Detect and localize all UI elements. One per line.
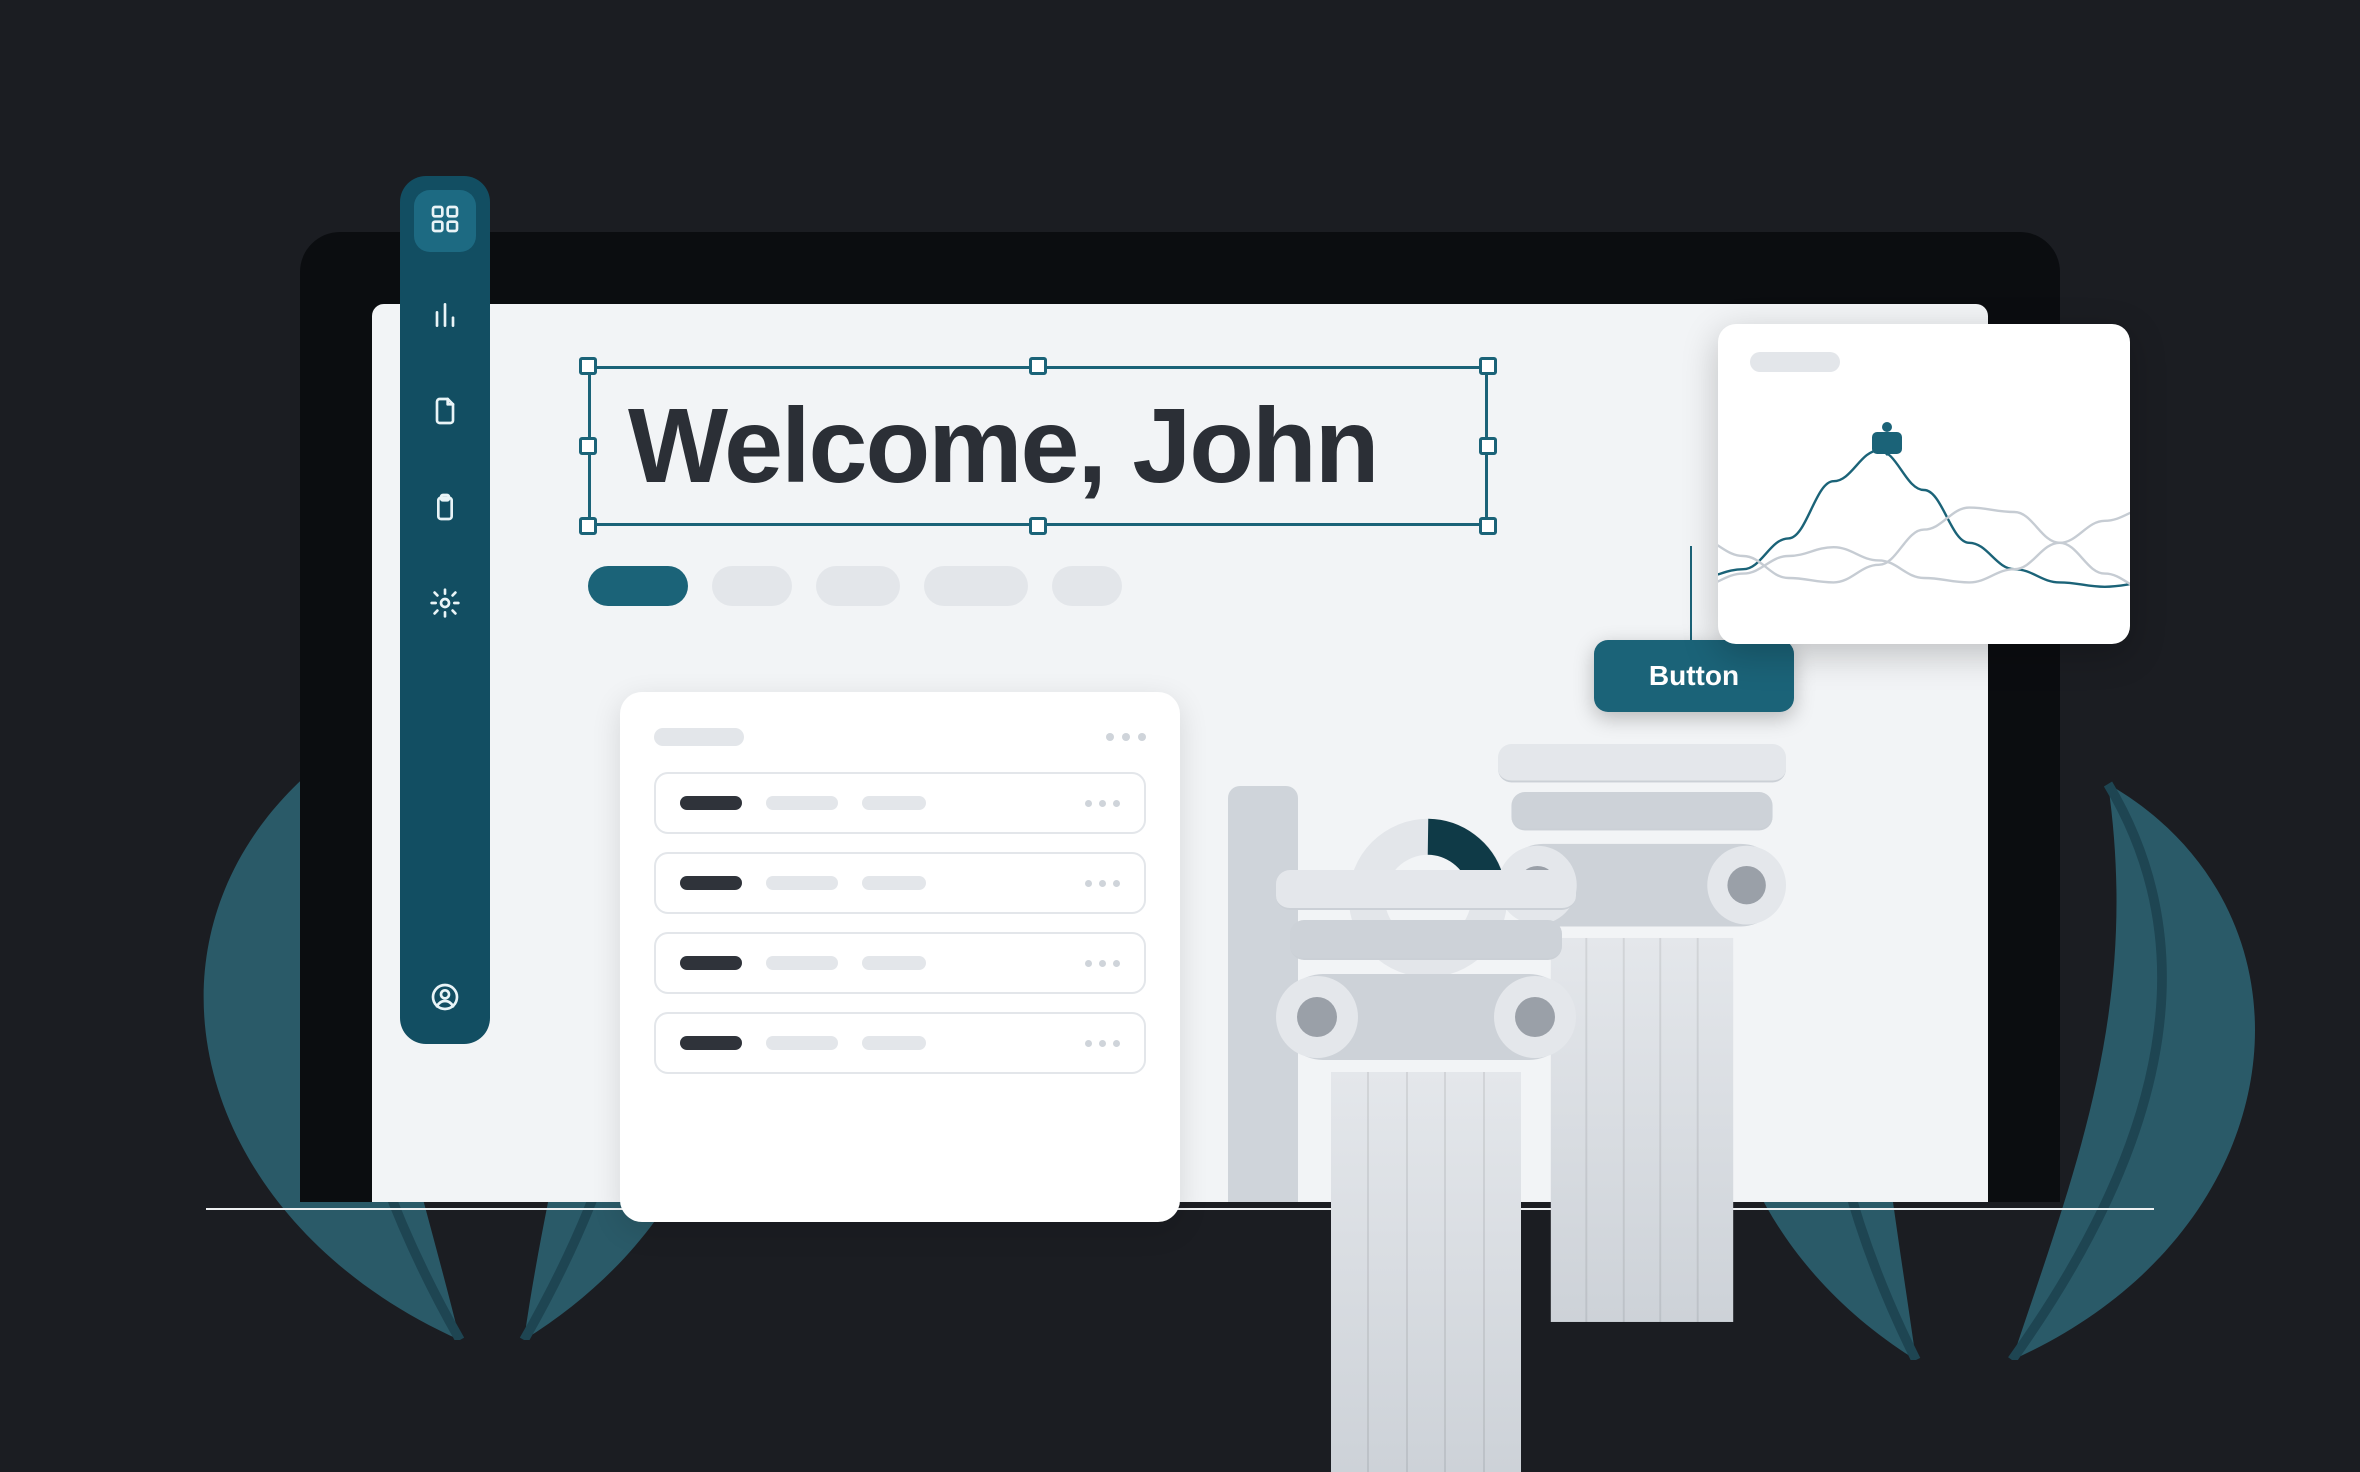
cta-connector-line <box>1690 546 1692 640</box>
row-more-button[interactable] <box>1085 1040 1120 1047</box>
list-more-button[interactable] <box>1106 733 1146 741</box>
tab-bar <box>588 566 1122 606</box>
resize-handle-sw[interactable] <box>579 517 597 535</box>
sidebar <box>400 176 490 1044</box>
resize-handle-nw[interactable] <box>579 357 597 375</box>
cell-placeholder <box>766 1036 838 1050</box>
line-chart <box>1718 424 2130 644</box>
cell-placeholder <box>680 796 742 810</box>
list-title-placeholder <box>654 728 744 746</box>
row-more-button[interactable] <box>1085 880 1120 887</box>
sidebar-item-clipboard[interactable] <box>414 478 476 540</box>
list-row[interactable] <box>654 1012 1146 1074</box>
cell-placeholder <box>766 876 838 890</box>
user-circle-icon <box>429 981 461 1018</box>
sidebar-item-documents[interactable] <box>414 382 476 444</box>
cell-placeholder <box>766 956 838 970</box>
row-more-button[interactable] <box>1085 960 1120 967</box>
sidebar-item-analytics[interactable] <box>414 286 476 348</box>
tab-3[interactable] <box>816 566 900 606</box>
cell-placeholder <box>862 956 926 970</box>
list-row[interactable] <box>654 932 1146 994</box>
tab-5[interactable] <box>1052 566 1122 606</box>
cell-placeholder <box>680 876 742 890</box>
resize-handle-w[interactable] <box>579 437 597 455</box>
cell-placeholder <box>680 956 742 970</box>
cell-placeholder <box>862 796 926 810</box>
cell-placeholder <box>680 1036 742 1050</box>
cta-button-label: Button <box>1649 660 1739 692</box>
tab-4[interactable] <box>924 566 1028 606</box>
resize-handle-n[interactable] <box>1029 357 1047 375</box>
resize-handle-e[interactable] <box>1479 437 1497 455</box>
grid-icon <box>429 203 461 240</box>
sidebar-item-account[interactable] <box>414 968 476 1030</box>
desk-baseline <box>206 1208 2154 1210</box>
page-title-selection[interactable]: Welcome, John <box>588 366 1488 526</box>
cta-button[interactable]: Button <box>1594 640 1794 712</box>
cell-placeholder <box>766 796 838 810</box>
resize-handle-s[interactable] <box>1029 517 1047 535</box>
list-card <box>620 692 1180 1222</box>
gear-icon <box>429 587 461 624</box>
list-row[interactable] <box>654 772 1146 834</box>
list-row[interactable] <box>654 852 1146 914</box>
file-icon <box>429 395 461 432</box>
sidebar-item-settings[interactable] <box>414 574 476 636</box>
cell-placeholder <box>862 876 926 890</box>
clipboard-icon <box>429 491 461 528</box>
selection-box <box>588 366 1488 526</box>
tab-2[interactable] <box>712 566 792 606</box>
chart-title-placeholder <box>1750 352 1840 372</box>
resize-handle-ne[interactable] <box>1479 357 1497 375</box>
bar-chart-icon <box>429 299 461 336</box>
row-more-button[interactable] <box>1085 800 1120 807</box>
tab-1[interactable] <box>588 566 688 606</box>
column-illustration-front <box>1276 870 1576 1472</box>
chart-card <box>1718 324 2130 644</box>
sidebar-item-dashboard[interactable] <box>414 190 476 252</box>
cell-placeholder <box>862 1036 926 1050</box>
resize-handle-se[interactable] <box>1479 517 1497 535</box>
